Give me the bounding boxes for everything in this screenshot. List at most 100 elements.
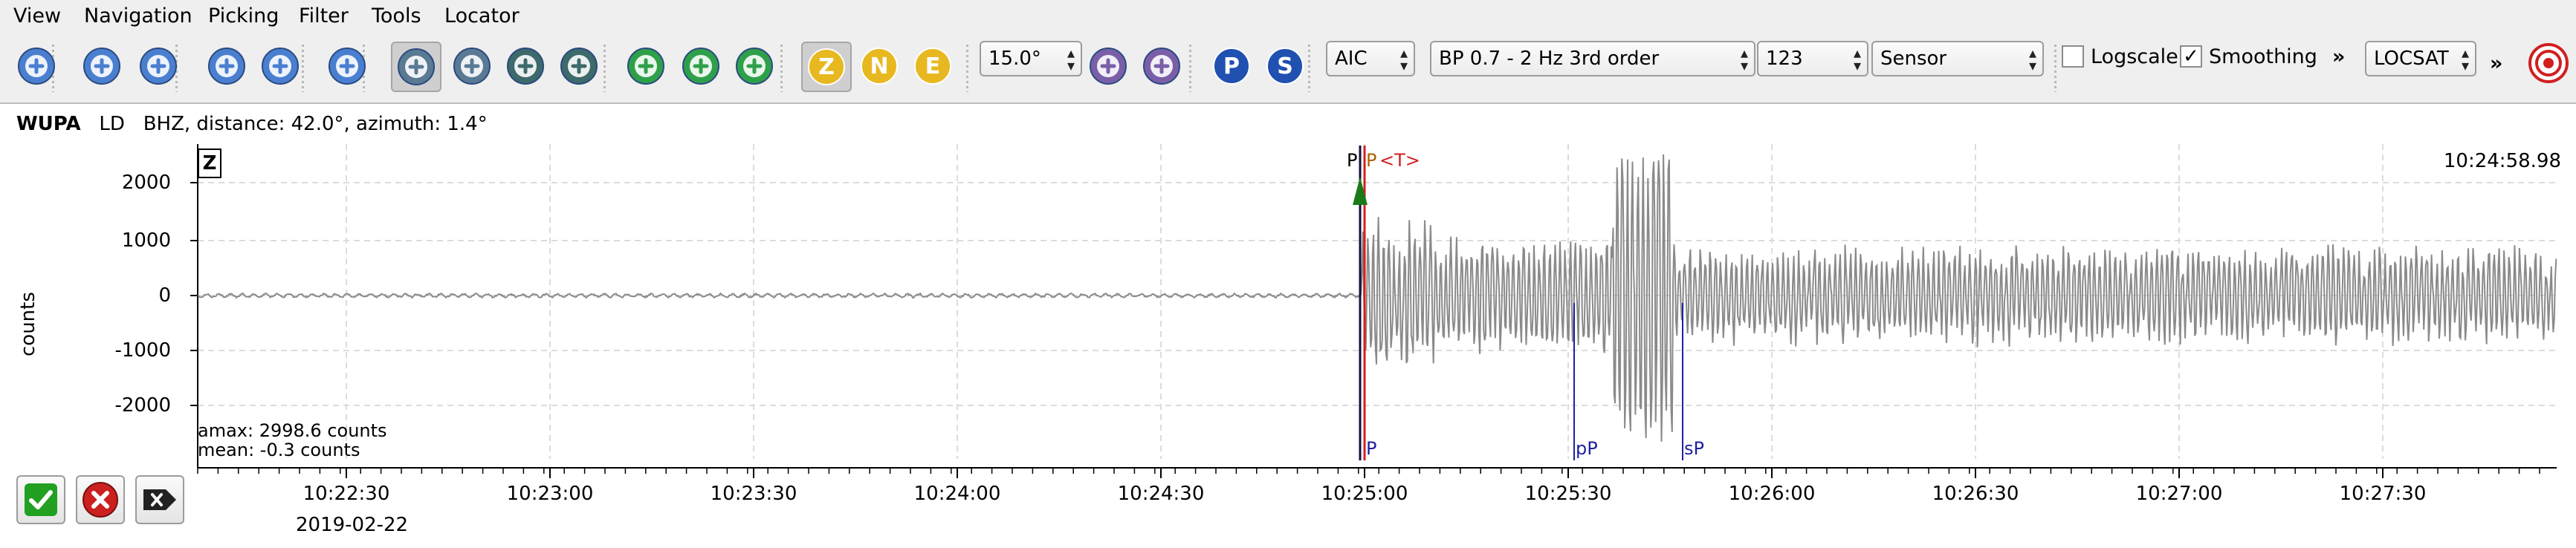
pick-mode-icon[interactable] (391, 42, 441, 92)
chevron-updown-icon: ▴ ▾ (1740, 44, 1748, 74)
menu-tools[interactable]: Tools (372, 4, 421, 29)
y-tick-label: 2000 (121, 172, 171, 194)
next-trace-icon[interactable] (135, 43, 181, 89)
phase-s-button[interactable]: S (1262, 43, 1308, 89)
seismogram-plot[interactable] (0, 104, 2576, 548)
mean-label: mean: -0.3 counts (198, 440, 360, 460)
svg-text:N: N (870, 53, 888, 79)
svg-text:Z: Z (818, 54, 835, 80)
chevron-updown-icon: ▴ ▾ (1853, 44, 1861, 74)
component-n-button[interactable]: N (856, 43, 902, 89)
component-label: Z (198, 149, 221, 178)
y-axis-label: counts (17, 292, 39, 356)
plot-date: 2019-02-22 (296, 514, 409, 536)
filter-order-value: 123 (1766, 48, 1803, 70)
target-icon[interactable] (2525, 40, 2572, 86)
y-tick-label: -2000 (114, 394, 171, 417)
scroll-left-icon[interactable] (204, 43, 250, 89)
menu-picking[interactable]: Picking (208, 4, 279, 29)
units-select[interactable]: Sensor ▴ ▾ (1871, 41, 2044, 76)
pick-label-automatic: P (1347, 150, 1358, 171)
x-tick-label: 10:27:00 (2135, 483, 2223, 505)
menu-filter[interactable]: Filter (299, 4, 349, 29)
checkmark-icon (25, 483, 57, 516)
menubar: View Navigation Picking Filter Tools Loc… (0, 0, 2576, 33)
x-tick-label: 10:24:30 (1117, 483, 1205, 505)
amax-label: amax: 2998.6 counts (198, 420, 387, 441)
x-tick-label: 10:23:30 (710, 483, 797, 505)
rotate-right-icon[interactable] (1139, 43, 1185, 89)
pick-p-icon[interactable] (623, 43, 669, 89)
apply-next-button[interactable] (135, 475, 184, 524)
chevron-updown-icon: ▴ ▾ (1399, 44, 1408, 74)
pick-label-manual: P (1366, 150, 1377, 171)
x-tick-label: 10:24:00 (913, 483, 1001, 505)
theoretical-phase-label: pP (1576, 438, 1598, 459)
scroll-right-icon[interactable] (257, 43, 303, 89)
pick-relocate-icon[interactable] (731, 43, 777, 89)
prev-trace-icon[interactable] (79, 43, 125, 89)
menu-locator[interactable]: Locator (444, 4, 520, 29)
x-tick-label: 10:26:00 (1728, 483, 1816, 505)
home-icon[interactable] (13, 43, 59, 89)
toolbar-overflow-icon[interactable]: » (2490, 48, 2502, 80)
x-tick-label: 10:25:30 (1524, 483, 1612, 505)
phase-p-button[interactable]: P (1208, 43, 1255, 89)
toolbar-separator (603, 45, 606, 92)
origin-icon[interactable] (556, 43, 602, 89)
picker-select-value: AIC (1335, 48, 1368, 70)
logscale-label[interactable]: Logscale (2091, 41, 2178, 74)
svg-text:S: S (1277, 53, 1293, 79)
picker-select[interactable]: AIC ▴ ▾ (1326, 41, 1415, 76)
toolbar-separator (1308, 45, 1310, 92)
seismogram-trace (197, 154, 2557, 442)
filter-select[interactable]: BP 0.7 - 2 Hz 3rd order ▴ ▾ (1430, 41, 1755, 76)
spin-angle[interactable]: 15.0° ▴ ▾ (980, 41, 1082, 76)
chevron-updown-icon: ▴ ▾ (2461, 44, 2469, 74)
close-icon (82, 482, 118, 518)
spin-arrows-icon[interactable]: ▴ ▾ (1067, 45, 1075, 73)
x-tick-label: 10:27:30 (2339, 483, 2427, 505)
measure-icon[interactable] (449, 43, 495, 89)
align-icon[interactable] (324, 43, 370, 89)
menu-navigation[interactable]: Navigation (84, 4, 192, 29)
trace-panel: WUPA LD BHZ, distance: 42.0°, azimuth: 1… (0, 102, 2576, 548)
theoretical-phase-label: P (1366, 438, 1377, 459)
reject-button[interactable] (76, 475, 125, 524)
locator-select-value: LOCSAT (2374, 48, 2449, 70)
y-tick-label: -1000 (114, 339, 171, 362)
smoothing-checkbox[interactable]: ✓ (2180, 45, 2202, 68)
logscale-checkbox[interactable] (2062, 45, 2084, 68)
toolbar-separator (966, 45, 968, 92)
component-z-button[interactable]: Z (801, 42, 852, 92)
pick-label-theoretical-marker: <T> (1379, 150, 1420, 171)
filter-select-value: BP 0.7 - 2 Hz 3rd order (1439, 48, 1660, 70)
smoothing-label[interactable]: Smoothing (2209, 41, 2317, 74)
toolbar-separator (780, 45, 783, 92)
toolbar-separator (2054, 45, 2056, 92)
x-tick-label: 10:22:30 (302, 483, 390, 505)
x-tick-label: 10:26:30 (1932, 483, 2019, 505)
menu-view[interactable]: View (13, 4, 61, 29)
toolbar-overflow-icon[interactable]: » (2332, 41, 2345, 74)
filter-order-select[interactable]: 123 ▴ ▾ (1757, 41, 1868, 76)
svg-text:E: E (925, 53, 941, 79)
chevron-updown-icon: ▴ ▾ (2028, 44, 2036, 74)
spin-angle-value: 15.0° (988, 48, 1041, 70)
units-select-value: Sensor (1880, 48, 1947, 70)
trace-start-time: 10:24:58.98 (2443, 150, 2561, 172)
accept-button[interactable] (16, 475, 65, 524)
next-arrow-icon (143, 489, 176, 510)
locator-select[interactable]: LOCSAT ▴ ▾ (2365, 41, 2476, 76)
y-tick-label: 0 (158, 284, 171, 307)
y-tick-label: 1000 (121, 229, 171, 252)
toolbar-separator (1189, 45, 1191, 92)
x-tick-label: 10:25:00 (1321, 483, 1408, 505)
pick-s-icon[interactable] (678, 43, 724, 89)
component-e-button[interactable]: E (910, 43, 956, 89)
x-tick-label: 10:23:00 (506, 483, 594, 505)
station-map-icon[interactable] (502, 43, 548, 89)
svg-text:P: P (1223, 53, 1240, 79)
rotate-left-icon[interactable] (1085, 43, 1131, 89)
theoretical-phase-label: sP (1684, 438, 1704, 459)
